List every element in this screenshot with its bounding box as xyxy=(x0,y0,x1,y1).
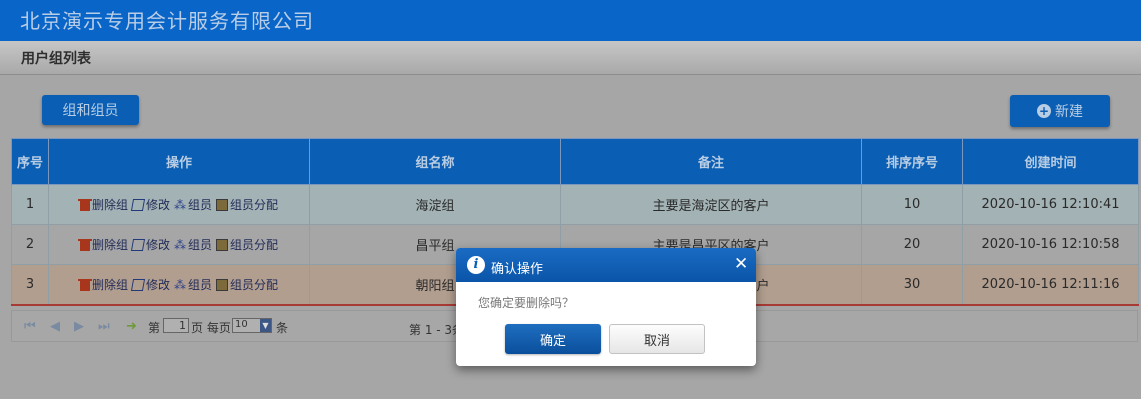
prev-page-icon[interactable]: ◀ xyxy=(50,319,60,334)
new-button[interactable]: + 新建 xyxy=(1010,95,1110,127)
col-header-actions[interactable]: 操作 xyxy=(48,138,310,185)
cell-actions: 删除组 修改 ⁂ 组员 组员分配 xyxy=(48,184,310,225)
cell-order: 20 xyxy=(861,224,963,265)
plus-circle-icon: + xyxy=(1037,104,1051,118)
cell-created: 2020-10-16 12:10:41 xyxy=(962,184,1139,225)
delete-group-label: 删除组 xyxy=(91,278,128,292)
page-prefix-label: 第 xyxy=(148,321,161,335)
last-page-icon[interactable]: ⏭ xyxy=(98,319,110,334)
user-card-icon xyxy=(216,198,229,211)
group-icon: ⁂ xyxy=(174,237,186,252)
cell-seq: 2 xyxy=(11,224,49,265)
first-page-icon[interactable]: ⏮ xyxy=(24,319,36,334)
cell-actions: 删除组 修改 ⁂ 组员 组员分配 xyxy=(48,264,310,306)
members-link[interactable]: ⁂ 组员 xyxy=(174,196,212,213)
edit-icon xyxy=(130,278,146,291)
delete-group-link[interactable]: 删除组 xyxy=(77,196,128,213)
edit-label: 修改 xyxy=(145,198,170,212)
group-icon: ⁂ xyxy=(174,277,186,292)
chevron-down-icon[interactable]: ▼ xyxy=(260,319,271,332)
dialog-header: i 确认操作 ✕ xyxy=(456,248,756,282)
members-label: 组员 xyxy=(188,198,213,212)
delete-group-link[interactable]: 删除组 xyxy=(77,276,128,293)
members-link[interactable]: ⁂ 组员 xyxy=(174,236,212,253)
delete-group-label: 删除组 xyxy=(91,198,128,212)
col-header-created[interactable]: 创建时间 xyxy=(962,138,1139,185)
assign-members-label: 组员分配 xyxy=(230,238,279,252)
rows-suffix-label: 条 xyxy=(276,321,289,335)
page-title-bar: 用户组列表 xyxy=(0,41,1141,75)
assign-members-label: 组员分配 xyxy=(230,278,279,292)
group-members-label: 组和组员 xyxy=(62,103,119,119)
new-button-label: 新建 xyxy=(1055,104,1083,120)
dialog-message: 您确定要删除吗？ xyxy=(478,296,575,310)
page-title: 用户组列表 xyxy=(21,51,91,67)
table-header-row: 序号 操作 组名称 备注 排序序号 创建时间 xyxy=(11,138,1139,185)
app-header-bar: 北京演示专用会计服务有限公司 xyxy=(0,0,1141,41)
cell-order: 30 xyxy=(861,264,963,306)
user-card-icon xyxy=(216,238,229,251)
edit-label: 修改 xyxy=(145,278,170,292)
page-number-input[interactable]: 1 xyxy=(163,318,189,333)
app-title: 北京演示专用会计服务有限公司 xyxy=(20,9,314,33)
assign-members-label: 组员分配 xyxy=(230,198,279,212)
cancel-button[interactable]: 取消 xyxy=(609,324,705,354)
dialog-title: 确认操作 xyxy=(491,262,544,277)
next-page-icon[interactable]: ▶ xyxy=(74,319,84,334)
cell-created: 2020-10-16 12:10:58 xyxy=(962,224,1139,265)
page-suffix-label: 页 每页 xyxy=(191,321,231,335)
confirm-dialog: i 确认操作 ✕ 您确定要删除吗？ 确定 取消 xyxy=(456,248,756,366)
delete-group-label: 删除组 xyxy=(91,238,128,252)
cell-remark: 主要是海淀区的客户 xyxy=(560,184,862,225)
assign-members-link[interactable]: 组员分配 xyxy=(216,236,278,253)
trash-icon xyxy=(77,238,92,251)
trash-icon xyxy=(77,198,92,211)
edit-link[interactable]: 修改 xyxy=(130,276,170,293)
edit-icon xyxy=(130,238,146,251)
members-link[interactable]: ⁂ 组员 xyxy=(174,276,212,293)
col-header-order[interactable]: 排序序号 xyxy=(861,138,963,185)
delete-group-link[interactable]: 删除组 xyxy=(77,236,128,253)
cell-created: 2020-10-16 12:11:16 xyxy=(962,264,1139,306)
assign-members-link[interactable]: 组员分配 xyxy=(216,276,278,293)
col-header-name[interactable]: 组名称 xyxy=(309,138,561,185)
table-row[interactable]: 1 删除组 修改 ⁂ 组员 组员分配 海淀组 主要是海淀区的客户 10 2020-… xyxy=(11,184,1139,225)
col-header-seq[interactable]: 序号 xyxy=(11,138,49,185)
cell-order: 10 xyxy=(861,184,963,225)
edit-link[interactable]: 修改 xyxy=(130,236,170,253)
col-header-remark[interactable]: 备注 xyxy=(560,138,862,185)
trash-icon xyxy=(77,278,92,291)
members-label: 组员 xyxy=(188,278,213,292)
group-members-button[interactable]: 组和组员 xyxy=(42,95,139,125)
cell-name: 海淀组 xyxy=(309,184,561,225)
close-icon[interactable]: ✕ xyxy=(734,254,748,274)
user-card-icon xyxy=(216,278,229,291)
edit-label: 修改 xyxy=(145,238,170,252)
cell-actions: 删除组 修改 ⁂ 组员 组员分配 xyxy=(48,224,310,265)
confirm-button[interactable]: 确定 xyxy=(505,324,601,354)
go-arrow-icon[interactable]: ➜ xyxy=(126,319,137,334)
edit-link[interactable]: 修改 xyxy=(130,196,170,213)
info-icon: i xyxy=(467,256,485,274)
assign-members-link[interactable]: 组员分配 xyxy=(216,196,278,213)
members-label: 组员 xyxy=(188,238,213,252)
edit-icon xyxy=(130,198,146,211)
group-icon: ⁂ xyxy=(174,197,186,212)
cell-seq: 3 xyxy=(11,264,49,306)
cell-seq: 1 xyxy=(11,184,49,225)
